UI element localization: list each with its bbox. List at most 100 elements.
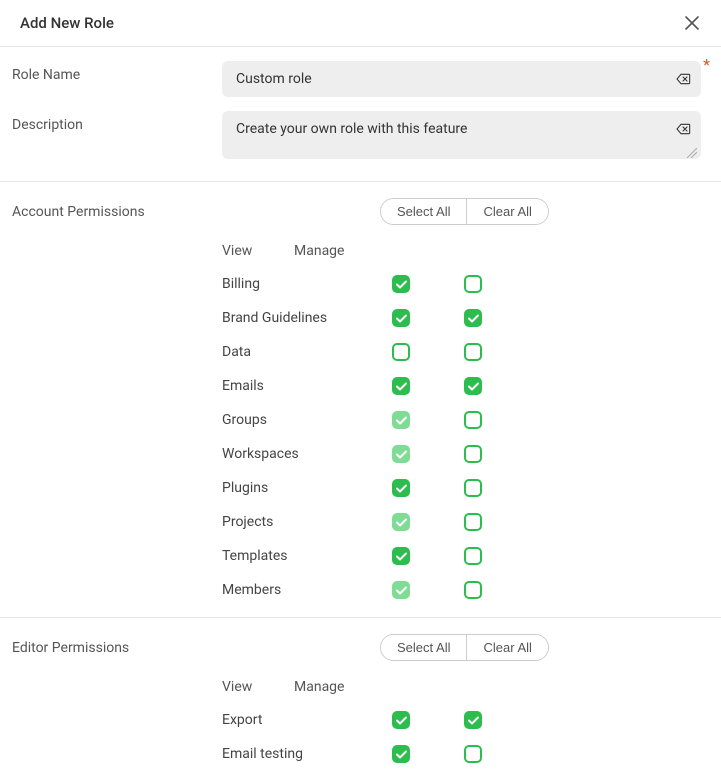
permission-row: Billing (12, 275, 701, 293)
clear-input-icon[interactable] (675, 71, 691, 91)
manage-cell (464, 445, 536, 463)
checkbox-unchecked[interactable] (464, 547, 482, 565)
permission-row: Members (12, 581, 701, 599)
view-cell (392, 479, 464, 497)
checkbox-checked[interactable] (392, 377, 410, 395)
permission-label: Members (222, 582, 392, 598)
checkbox-checked[interactable] (464, 711, 482, 729)
column-view: View (222, 243, 294, 259)
checkbox-unchecked[interactable] (464, 343, 482, 361)
permissions-section: Editor PermissionsSelect AllClear All Vie… (0, 617, 721, 781)
view-cell (392, 377, 464, 395)
checkbox-unchecked[interactable] (464, 581, 482, 599)
modal-title: Add New Role (20, 14, 114, 32)
section-title: Editor Permissions (12, 640, 380, 656)
manage-cell (464, 745, 536, 763)
column-view: View (222, 679, 294, 695)
required-asterisk: * (703, 55, 710, 74)
column-manage: Manage (294, 679, 366, 695)
view-cell (392, 411, 464, 429)
checkbox-unchecked[interactable] (464, 411, 482, 429)
select-all-button[interactable]: Select All (381, 635, 467, 660)
checkbox-checked[interactable] (392, 547, 410, 565)
checkbox-checked[interactable] (392, 445, 410, 463)
checkbox-checked[interactable] (464, 377, 482, 395)
checkbox-checked[interactable] (392, 513, 410, 531)
manage-cell (464, 377, 536, 395)
permission-label: Projects (222, 514, 392, 530)
checkbox-unchecked[interactable] (464, 745, 482, 763)
role-name-input[interactable] (222, 61, 701, 97)
checkbox-unchecked[interactable] (464, 479, 482, 497)
checkbox-checked[interactable] (464, 309, 482, 327)
permission-label: Data (222, 344, 392, 360)
view-cell (392, 711, 464, 729)
view-cell (392, 745, 464, 763)
checkbox-checked[interactable] (392, 309, 410, 327)
permission-label: Emails (222, 378, 392, 394)
permission-row: Data (12, 343, 701, 361)
permission-label: Billing (222, 276, 392, 292)
section-head: Editor PermissionsSelect AllClear All (12, 634, 701, 661)
permission-row: Emails (12, 377, 701, 395)
permission-label: Templates (222, 548, 392, 564)
permission-row: Projects (12, 513, 701, 531)
modal-body: Role Name * Description Account (0, 47, 721, 781)
view-cell (392, 547, 464, 565)
permissions-columns-head: ViewManage (12, 679, 701, 695)
checkbox-checked[interactable] (392, 275, 410, 293)
role-name-label: Role Name (12, 61, 222, 83)
clear-textarea-icon[interactable] (675, 121, 691, 141)
manage-cell (464, 479, 536, 497)
permission-row: Plugins (12, 479, 701, 497)
add-role-modal: Add New Role Role Name * Description (0, 0, 721, 781)
close-icon[interactable] (683, 14, 701, 32)
description-input-wrap (222, 111, 701, 163)
permission-label: Brand Guidelines (222, 310, 392, 326)
description-row: Description (0, 97, 721, 181)
checkbox-unchecked[interactable] (464, 513, 482, 531)
view-cell (392, 513, 464, 531)
permission-label: Plugins (222, 480, 392, 496)
permission-row: Brand Guidelines (12, 309, 701, 327)
checkbox-checked[interactable] (392, 411, 410, 429)
manage-cell (464, 711, 536, 729)
manage-cell (464, 275, 536, 293)
manage-cell (464, 309, 536, 327)
permission-row: Groups (12, 411, 701, 429)
manage-cell (464, 513, 536, 531)
checkbox-checked[interactable] (392, 479, 410, 497)
permission-row: Email testing (12, 745, 701, 763)
section-title: Account Permissions (12, 204, 380, 220)
checkbox-unchecked[interactable] (392, 343, 410, 361)
select-all-button[interactable]: Select All (381, 199, 467, 224)
checkbox-checked[interactable] (392, 711, 410, 729)
manage-cell (464, 581, 536, 599)
checkbox-checked[interactable] (392, 745, 410, 763)
permission-label: Email testing (222, 746, 392, 762)
clear-all-button[interactable]: Clear All (467, 199, 547, 224)
view-cell (392, 309, 464, 327)
section-head: Account PermissionsSelect AllClear All (12, 198, 701, 225)
clear-all-button[interactable]: Clear All (467, 635, 547, 660)
permission-label: Workspaces (222, 446, 392, 462)
manage-cell (464, 547, 536, 565)
permission-label: Export (222, 712, 392, 728)
permission-row: Export (12, 711, 701, 729)
view-cell (392, 343, 464, 361)
modal-header: Add New Role (0, 0, 721, 47)
view-cell (392, 445, 464, 463)
select-clear-group: Select AllClear All (380, 634, 549, 661)
role-name-row: Role Name * (0, 47, 721, 97)
checkbox-unchecked[interactable] (464, 445, 482, 463)
permission-row: Templates (12, 547, 701, 565)
description-input[interactable] (222, 111, 701, 159)
permission-row: Workspaces (12, 445, 701, 463)
permissions-columns-head: ViewManage (12, 243, 701, 259)
column-manage: Manage (294, 243, 366, 259)
view-cell (392, 581, 464, 599)
description-label: Description (12, 111, 222, 133)
view-cell (392, 275, 464, 293)
checkbox-unchecked[interactable] (464, 275, 482, 293)
checkbox-checked[interactable] (392, 581, 410, 599)
